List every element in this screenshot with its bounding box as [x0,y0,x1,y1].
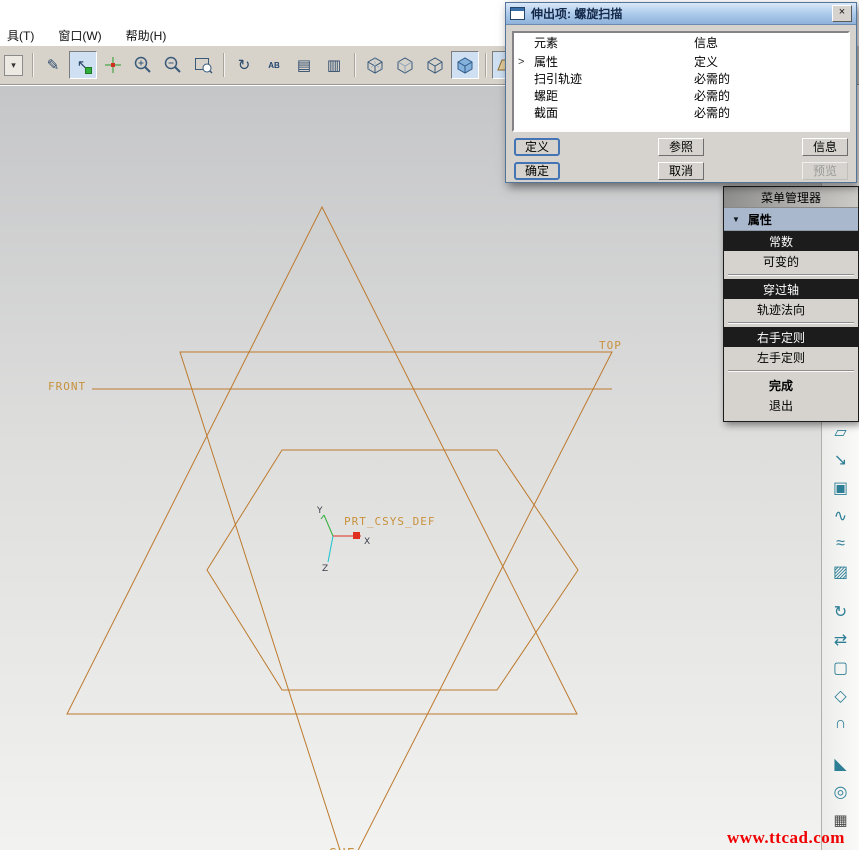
watermark: www.ttcad.com [727,828,845,848]
cancel-button[interactable]: 取消 [658,162,704,180]
arc-icon[interactable]: ∩ [828,712,854,736]
table-row[interactable]: > 属性 定义 [514,54,848,71]
helical-sweep-dialog: 伸出项: 螺旋扫描 × 元素 信息 > 属性 定义 扫引轨迹 必需的 [505,2,857,183]
menu-manager-panel: 菜单管理器 ▼ 属性 常数 可变的 穿过轴 轨迹法向 右手定则 左手定则 完成 … [723,186,859,422]
toolbar-separator [354,53,355,77]
sketch-pencil-icon[interactable]: ✎ [39,51,67,79]
dialog-body: 元素 信息 > 属性 定义 扫引轨迹 必需的 螺距 必需的 [506,25,856,180]
element-list[interactable]: 元素 信息 > 属性 定义 扫引轨迹 必需的 螺距 必需的 [512,31,850,132]
menu-item-norm-to-traj[interactable]: 轨迹法向 [724,299,858,319]
menu-item-right-handed[interactable]: 右手定则 [724,327,858,347]
ok-button[interactable]: 确定 [514,162,560,180]
view-manager-icon[interactable]: ▥ [320,51,348,79]
surface-icon[interactable]: ▣ [828,476,854,500]
toolbar-separator [223,53,224,77]
row-arrow [518,72,534,87]
wave-surface-icon[interactable]: ∿ [828,504,854,528]
sketch-icon[interactable]: ▱ [828,420,854,444]
column-element: 元素 [534,36,694,51]
close-icon[interactable]: × [832,5,852,22]
menu-section-label: 属性 [748,211,772,228]
info-button[interactable]: 信息 [802,138,848,156]
row-info: 必需的 [694,72,842,87]
menu-help[interactable]: 帮助(H) [124,26,169,45]
row-element: 截面 [534,106,694,121]
swap-icon[interactable]: ⇄ [828,628,854,652]
menu-item-variable[interactable]: 可变的 [724,251,858,271]
element-list-header: 元素 信息 [514,35,848,52]
collapse-triangle-icon: ▼ [732,215,740,224]
repaint-icon[interactable]: ↻ [230,51,258,79]
window-icon [510,7,525,20]
row-info: 必需的 [694,89,842,104]
green-status-dot [85,67,92,74]
menu-item-done[interactable]: 完成 [724,375,858,395]
dialog-titlebar[interactable]: 伸出项: 螺旋扫描 × [506,3,856,25]
toolbar-separator [485,53,486,77]
curve-icon[interactable]: ≈ [828,532,854,556]
zoom-out-icon[interactable] [159,51,187,79]
row-arrow [518,89,534,104]
references-button[interactable]: 参照 [658,138,704,156]
menu-manager-title[interactable]: 菜单管理器 [724,187,858,208]
layers-icon[interactable]: ▤ [290,51,318,79]
preview-button: 预览 [802,162,848,180]
menu-item-quit[interactable]: 退出 [724,395,858,415]
menu-divider [728,274,854,276]
row-element: 属性 [534,55,694,70]
menu-item-constant[interactable]: 常数 [724,231,858,251]
menu-item-thru-axis[interactable]: 穿过轴 [724,279,858,299]
zoom-in-icon[interactable] [129,51,157,79]
name-display-icon[interactable]: AB [260,51,288,79]
menu-window[interactable]: 窗口(W) [56,26,103,45]
row-element: 螺距 [534,89,694,104]
ab-glyph: AB [268,61,280,70]
application-window: 具(T) 窗口(W) 帮助(H) ▾ ✎ ↖ ↻ AB ▤ ▥ [0,0,859,850]
row-element: 扫引轨迹 [534,72,694,87]
menu-divider [728,370,854,372]
menu-tools[interactable]: 具(T) [5,26,36,45]
current-row-arrow: > [518,55,534,70]
no-hidden-display-icon[interactable] [421,51,449,79]
shell-icon[interactable]: ▢ [828,656,854,680]
define-button[interactable]: 定义 [514,138,560,156]
wireframe-display-icon[interactable] [361,51,389,79]
corner-icon[interactable]: ◣ [828,752,854,776]
hidden-line-display-icon[interactable] [391,51,419,79]
spin-center-icon[interactable] [99,51,127,79]
dialog-button-row-1: 定义 参照 信息 [514,138,848,156]
menu-section-attributes[interactable]: ▼ 属性 [724,208,858,231]
row-info: 必需的 [694,106,842,121]
rotate-icon[interactable]: ↻ [828,600,854,624]
table-row[interactable]: 螺距 必需的 [514,88,848,105]
dialog-button-row-2: 确定 取消 预览 [514,162,848,180]
menu-item-left-handed[interactable]: 左手定则 [724,347,858,367]
select-pointer-icon[interactable]: ↖ [69,51,97,79]
toolbar-separator [32,53,33,77]
menu-divider [728,322,854,324]
row-info: 定义 [694,55,842,70]
arrow-icon[interactable]: ↘ [828,448,854,472]
shaded-display-icon[interactable] [451,51,479,79]
row-arrow [518,106,534,121]
table-row[interactable]: 截面 必需的 [514,105,848,122]
flag-icon[interactable]: ◇ [828,684,854,708]
hatch-icon[interactable]: ▨ [828,560,854,584]
dialog-title: 伸出项: 螺旋扫描 [531,5,826,22]
circle-icon[interactable]: ◎ [828,780,854,804]
column-info: 信息 [694,36,842,51]
dropdown-arrow-icon[interactable]: ▾ [4,55,23,76]
refit-icon[interactable] [189,51,217,79]
table-row[interactable]: 扫引轨迹 必需的 [514,71,848,88]
